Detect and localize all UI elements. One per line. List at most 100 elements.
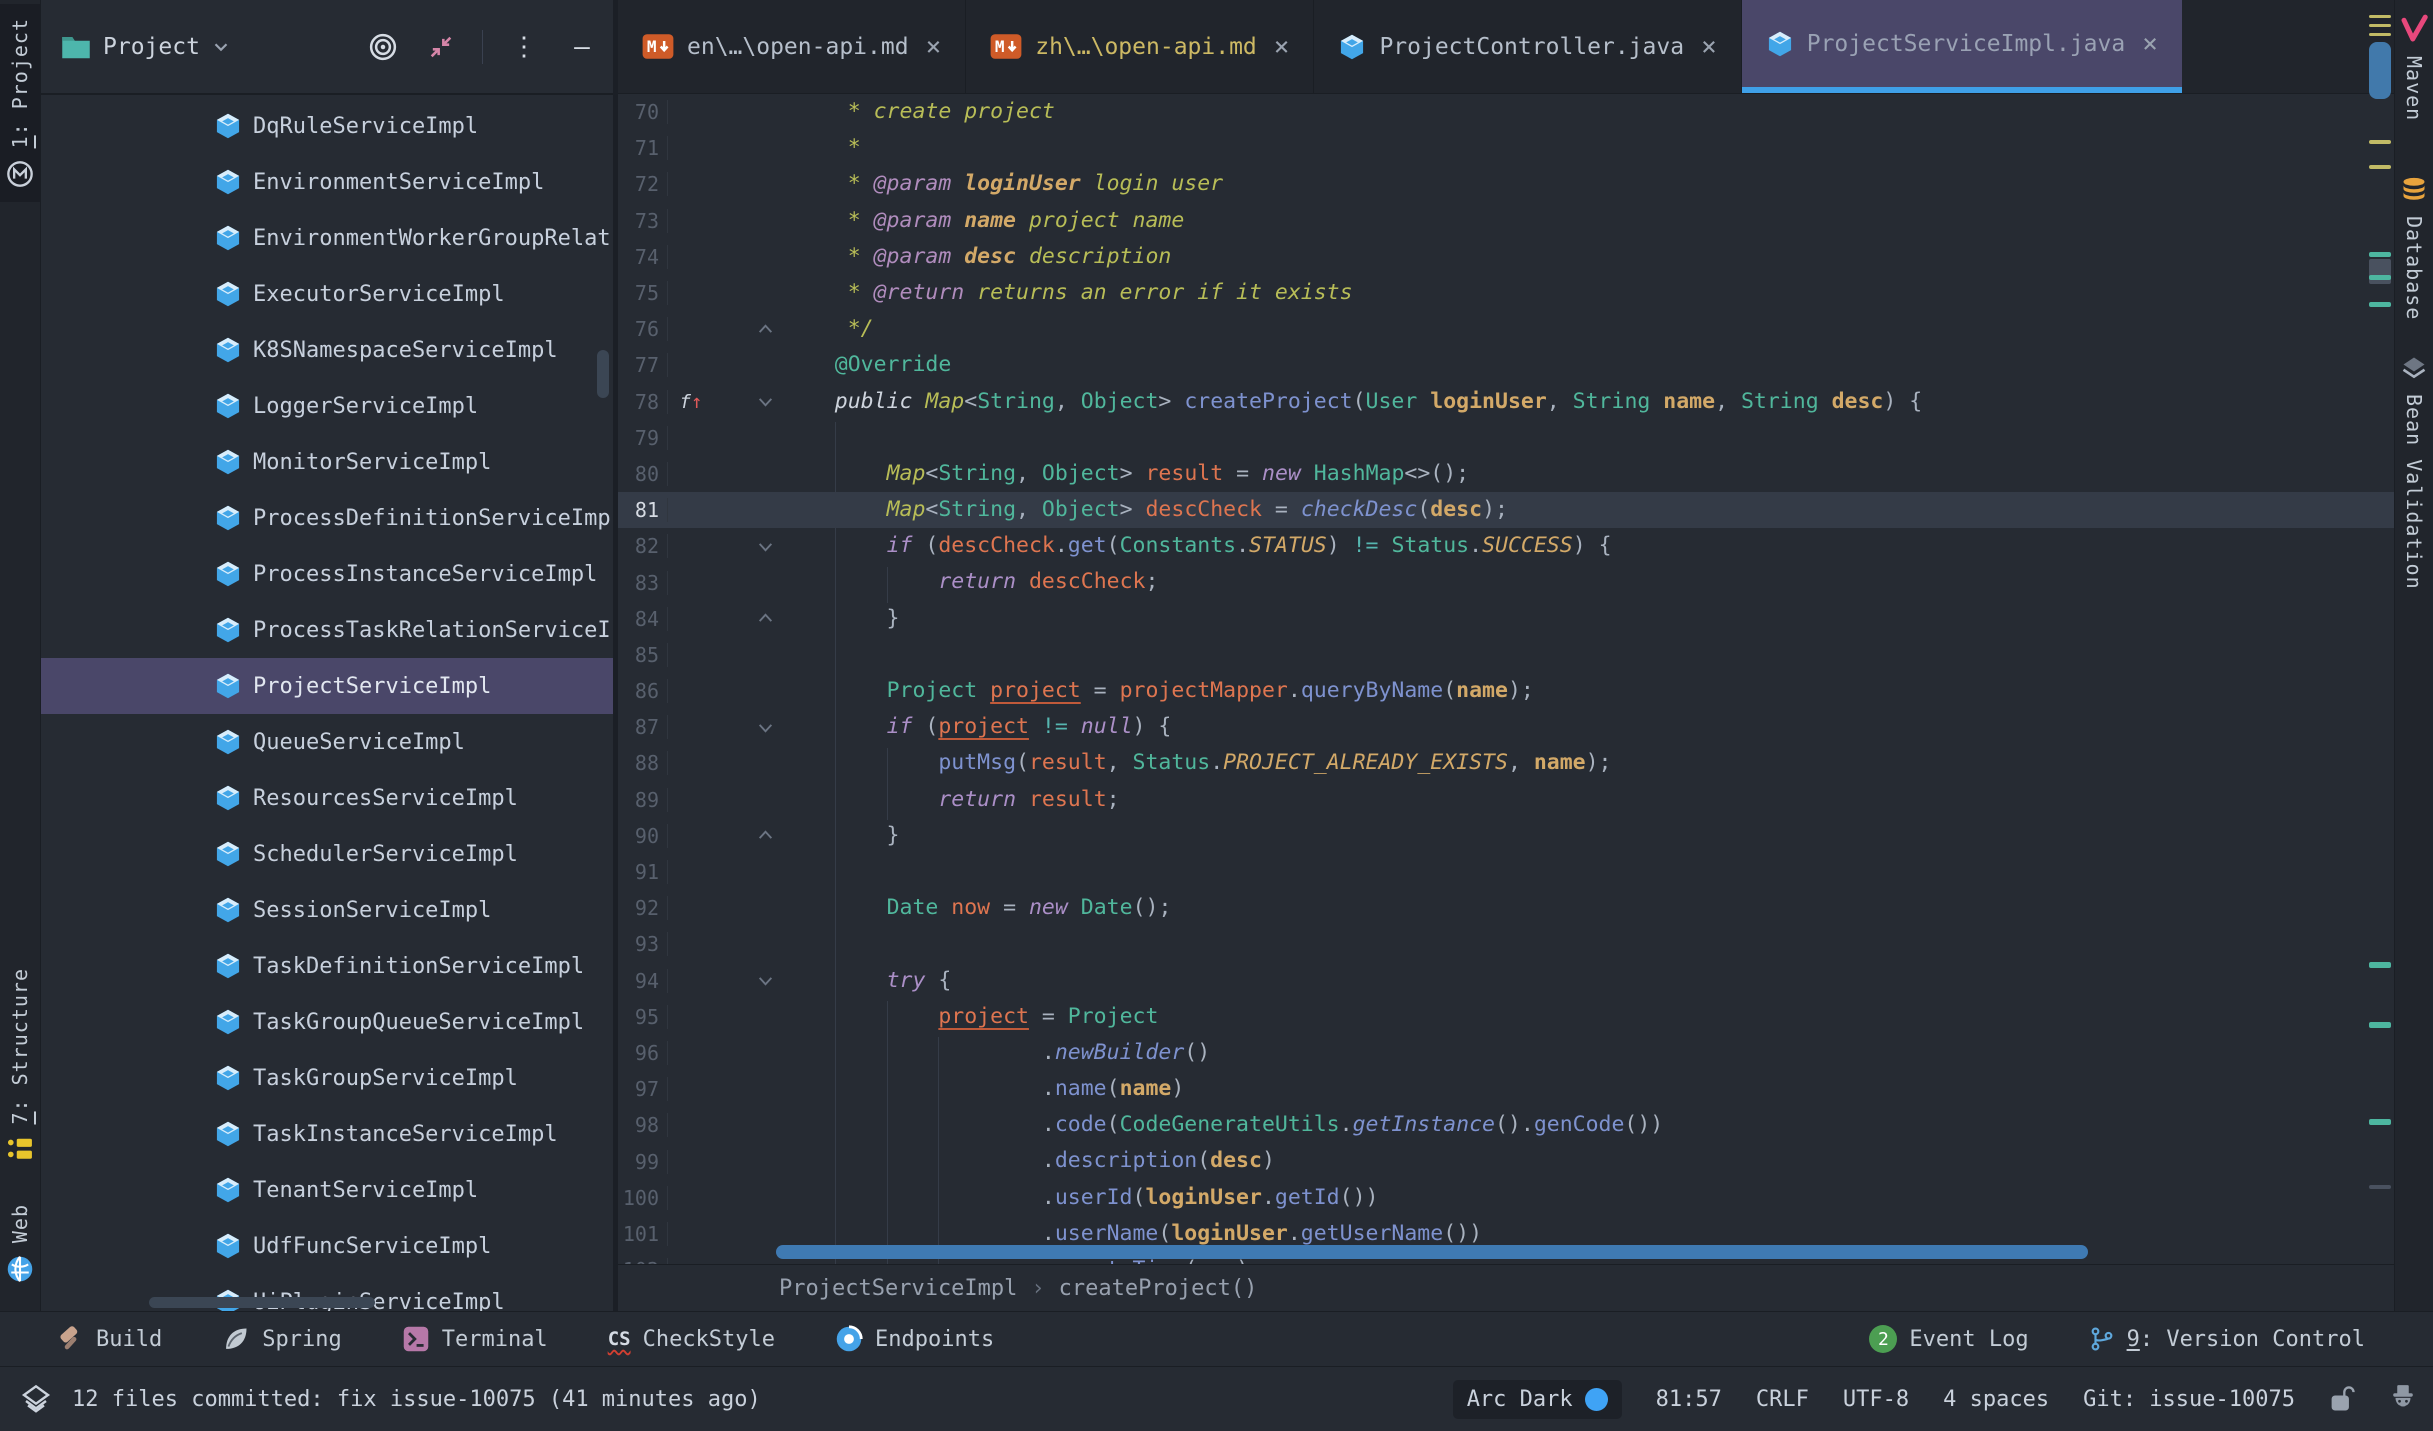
code-line[interactable]: 85	[618, 637, 2394, 673]
fold-toggle-icon[interactable]	[714, 972, 780, 989]
code-line[interactable]: 90 }	[618, 818, 2394, 854]
line-separator[interactable]: CRLF	[1756, 1387, 1809, 1412]
tree-item[interactable]: TaskDefinitionServiceImpl	[41, 938, 613, 994]
code-line[interactable]: 73 * @param name project name	[618, 203, 2394, 239]
fold-toggle-icon[interactable]	[714, 610, 780, 627]
caret-position[interactable]: 81:57	[1656, 1387, 1722, 1412]
tree-item[interactable]: ProcessTaskRelationServiceI	[41, 602, 613, 658]
code-line[interactable]: 98 .code(CodeGenerateUtils.getInstance()…	[618, 1107, 2394, 1143]
tool-window-button-checkstyle[interactable]: CSCheckStyle	[608, 1327, 775, 1352]
tool-window-button-spring[interactable]: Spring	[222, 1325, 341, 1353]
code-line[interactable]: 99 .description(desc)	[618, 1143, 2394, 1179]
tool-window-button-9-version-control[interactable]: 9: Version Control	[2089, 1325, 2365, 1353]
locate-target-icon[interactable]	[366, 30, 400, 64]
editor-tab[interactable]: ProjectController.java×	[1314, 0, 1741, 93]
code-line[interactable]: 83 return descCheck;	[618, 564, 2394, 600]
code-line[interactable]: 95 project = Project	[618, 999, 2394, 1035]
tree-item[interactable]: MonitorServiceImpl	[41, 434, 613, 490]
stripe-button-web[interactable]: Web	[0, 1204, 40, 1283]
close-tab-icon[interactable]: ×	[1701, 32, 1717, 62]
code-line[interactable]: 72 * @param loginUser login user	[618, 166, 2394, 202]
stripe-button-structure[interactable]: 7: Structure	[0, 968, 40, 1161]
tree-item[interactable]: TaskGroupQueueServiceImpl	[41, 994, 613, 1050]
tree-item[interactable]: SchedulerServiceImpl	[41, 826, 613, 882]
editor-horizontal-scrollbar[interactable]	[776, 1245, 2088, 1259]
stripe-button-database[interactable]: Database	[2395, 176, 2433, 320]
file-encoding[interactable]: UTF-8	[1843, 1387, 1909, 1412]
code-line[interactable]: 94 try {	[618, 963, 2394, 999]
close-tab-icon[interactable]: ×	[1274, 32, 1290, 62]
tree-item[interactable]: LoggerServiceImpl	[41, 378, 613, 434]
ide-fatal-errors-icon[interactable]	[2389, 1384, 2417, 1414]
code-line[interactable]: 77 @Override	[618, 347, 2394, 383]
code-line[interactable]: 79	[618, 420, 2394, 456]
breadcrumb-item[interactable]: createProject()	[1059, 1276, 1258, 1301]
git-branch[interactable]: Git: issue-10075	[2083, 1387, 2295, 1412]
code-line[interactable]: 87 if (project != null) {	[618, 709, 2394, 745]
code-line[interactable]: 75 * @return returns an error if it exis…	[618, 275, 2394, 311]
fold-toggle-icon[interactable]	[714, 393, 780, 410]
code-line[interactable]: 100 .userId(loginUser.getId())	[618, 1180, 2394, 1216]
close-tab-icon[interactable]: ×	[2142, 29, 2158, 59]
theme-switcher[interactable]: Arc Dark	[1453, 1380, 1622, 1419]
unlock-icon[interactable]	[2329, 1384, 2355, 1414]
indent-setting[interactable]: 4 spaces	[1943, 1387, 2049, 1412]
tool-window-button-event-log[interactable]: 2Event Log	[1869, 1325, 2028, 1353]
tool-window-button-terminal[interactable]: Terminal	[402, 1325, 548, 1353]
code-line[interactable]: 84 }	[618, 601, 2394, 637]
code-line[interactable]: 88 putMsg(result, Status.PROJECT_ALREADY…	[618, 745, 2394, 781]
tree-item[interactable]: QueueServiceImpl	[41, 714, 613, 770]
code-line[interactable]: 76 */	[618, 311, 2394, 347]
tree-item[interactable]: EnvironmentServiceImpl	[41, 154, 613, 210]
overriding-method-icon[interactable]: f↑	[680, 391, 703, 413]
code-line[interactable]: 91	[618, 854, 2394, 890]
stripe-button-project[interactable]: 1: Project	[0, 4, 40, 202]
editor-tab[interactable]: Mzh\…\open-api.md×	[966, 0, 1314, 93]
tree-item[interactable]: ProcessDefinitionServiceImp	[41, 490, 613, 546]
fold-toggle-icon[interactable]	[714, 719, 780, 736]
tree-item[interactable]: EnvironmentWorkerGroupRelat	[41, 210, 613, 266]
code-line[interactable]: 86 Project project = projectMapper.query…	[618, 673, 2394, 709]
code-line[interactable]: 78f↑ public Map<String, Object> createPr…	[618, 384, 2394, 420]
tree-item[interactable]: TenantServiceImpl	[41, 1162, 613, 1218]
stripe-button-maven[interactable]: Maven	[2395, 14, 2433, 121]
tree-item[interactable]: TaskInstanceServiceImpl	[41, 1106, 613, 1162]
code-line[interactable]: 80 Map<String, Object> result = new Hash…	[618, 456, 2394, 492]
fold-toggle-icon[interactable]	[714, 538, 780, 555]
fold-toggle-icon[interactable]	[714, 321, 780, 338]
tree-item[interactable]: TaskGroupServiceImpl	[41, 1050, 613, 1106]
code-line[interactable]: 96 .newBuilder()	[618, 1035, 2394, 1071]
code-line[interactable]: 97 .name(name)	[618, 1071, 2394, 1107]
code-line[interactable]: 92 Date now = new Date();	[618, 890, 2394, 926]
fold-toggle-icon[interactable]	[714, 827, 780, 844]
code-line[interactable]: 70 * create project	[618, 94, 2394, 130]
tree-horizontal-scrollbar[interactable]	[149, 1297, 375, 1308]
breadcrumb-item[interactable]: ProjectServiceImpl	[779, 1276, 1017, 1301]
tree-item[interactable]: ExecutorServiceImpl	[41, 266, 613, 322]
collapse-all-icon[interactable]	[424, 30, 458, 64]
editor-tab[interactable]: Men\…\open-api.md×	[618, 0, 966, 93]
tool-window-button-endpoints[interactable]: Endpoints	[835, 1325, 994, 1353]
hide-panel-icon[interactable]: —	[565, 30, 599, 64]
close-tab-icon[interactable]: ×	[926, 32, 942, 62]
tree-item[interactable]: K8SNamespaceServiceImpl	[41, 322, 613, 378]
code-line[interactable]: 89 return result;	[618, 782, 2394, 818]
editor-tab-active[interactable]: ProjectServiceImpl.java×	[1742, 0, 2182, 93]
code-line[interactable]: 82 if (descCheck.get(Constants.STATUS) !…	[618, 528, 2394, 564]
tree-item-selected[interactable]: ProjectServiceImpl	[41, 658, 613, 714]
code-line[interactable]: 93	[618, 926, 2394, 962]
tree-vertical-scrollbar[interactable]	[597, 350, 609, 398]
code-line[interactable]: 71 *	[618, 130, 2394, 166]
chevron-down-icon[interactable]	[210, 36, 232, 58]
panel-options-icon[interactable]: ⋮	[507, 30, 541, 64]
code-editor[interactable]: 70 * create project71 *72 * @param login…	[618, 94, 2394, 1264]
tree-item[interactable]: SessionServiceImpl	[41, 882, 613, 938]
tree-item[interactable]: ProcessInstanceServiceImpl	[41, 546, 613, 602]
code-line[interactable]: 74 * @param desc description	[618, 239, 2394, 275]
tree-item[interactable]: DqRuleServiceImpl	[41, 98, 613, 154]
tool-window-button-build[interactable]: Build	[56, 1325, 162, 1353]
tree-item[interactable]: ResourcesServiceImpl	[41, 770, 613, 826]
code-line[interactable]: 81 Map<String, Object> descCheck = check…	[618, 492, 2394, 528]
gutter-marker[interactable]: f↑	[668, 391, 714, 413]
tree-item[interactable]: UdfFuncServiceImpl	[41, 1218, 613, 1274]
